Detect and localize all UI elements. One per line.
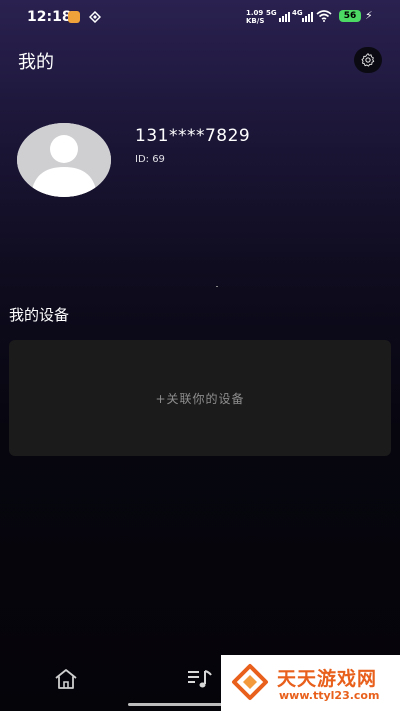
status-bar: 12:18 1.09 KB/S 5G 4G 56 ⚡ bbox=[0, 0, 400, 34]
tab-home[interactable] bbox=[52, 666, 80, 692]
signal-2-bars-icon bbox=[302, 11, 313, 22]
network-speed: 1.09 KB/S bbox=[246, 9, 264, 25]
home-indicator[interactable] bbox=[128, 703, 228, 706]
signal-1-label: 5G bbox=[266, 9, 277, 17]
devices-section-title: 我的设备 bbox=[9, 306, 70, 324]
settings-button[interactable] bbox=[354, 47, 382, 73]
status-time: 12:18 bbox=[27, 9, 72, 25]
link-device-card[interactable]: +关联你的设备 bbox=[9, 340, 391, 456]
default-avatar-icon bbox=[17, 123, 111, 197]
signal-1-bars-icon bbox=[279, 11, 290, 22]
watermark-url: www.ttyl23.com bbox=[279, 689, 380, 702]
divider-dot bbox=[216, 286, 218, 287]
wifi-icon bbox=[316, 10, 332, 22]
link-device-label: +关联你的设备 bbox=[155, 391, 245, 406]
tab-music[interactable] bbox=[186, 666, 214, 692]
battery-icon: 56 bbox=[339, 10, 361, 22]
charging-bolt-icon: ⚡ bbox=[365, 9, 373, 22]
home-icon bbox=[55, 669, 77, 689]
user-phone: 131****7829 bbox=[135, 126, 251, 146]
music-list-icon bbox=[188, 670, 212, 688]
notification-diamond-icon bbox=[89, 11, 101, 23]
avatar[interactable] bbox=[17, 123, 111, 197]
watermark-logo-icon bbox=[232, 664, 268, 700]
user-id: ID: 69 bbox=[135, 154, 165, 165]
gear-icon bbox=[361, 53, 375, 67]
notification-app-icon bbox=[68, 11, 80, 23]
watermark-banner: 天天游戏网 www.ttyl23.com bbox=[221, 655, 400, 711]
watermark-name: 天天游戏网 bbox=[277, 668, 378, 690]
network-speed-value: 1.09 bbox=[246, 9, 264, 17]
battery-level: 56 bbox=[343, 11, 357, 21]
page-title: 我的 bbox=[18, 52, 54, 73]
network-speed-unit: KB/S bbox=[246, 17, 265, 25]
